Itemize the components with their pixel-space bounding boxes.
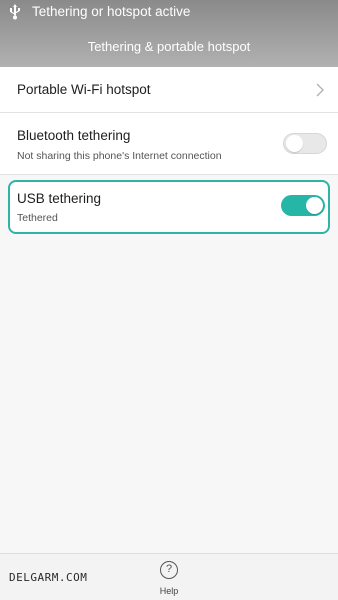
app-header: Tethering or hotspot active Tethering & … [0,0,338,67]
chevron-right-icon [316,83,324,97]
usb-tethering-toggle[interactable] [281,195,325,216]
bluetooth-tethering-label: Bluetooth tethering [17,128,131,143]
usb-tethering-status: Tethered [17,212,58,224]
question-circle-icon: ? [160,561,178,579]
help-label: Help [159,586,179,596]
usb-icon [10,4,20,20]
status-notification-text: Tethering or hotspot active [32,4,191,19]
bluetooth-tethering-item[interactable]: Bluetooth tethering Not sharing this pho… [0,113,338,175]
page-title: Tethering & portable hotspot [87,39,251,54]
usb-tethering-label: USB tethering [17,191,102,206]
bluetooth-tethering-toggle[interactable] [283,133,327,154]
status-bar: Tethering or hotspot active [0,0,338,24]
toggle-knob [286,135,303,152]
help-button[interactable]: ? Help [149,559,189,599]
bluetooth-tethering-status: Not sharing this phone's Internet connec… [17,150,222,162]
portable-wifi-hotspot-item[interactable]: Portable Wi-Fi hotspot [0,67,338,113]
toggle-knob [306,197,323,214]
usb-tethering-item[interactable]: USB tethering Tethered [8,180,330,234]
watermark: DELGARM.COM [9,571,88,584]
portable-wifi-hotspot-label: Portable Wi-Fi hotspot [17,82,151,97]
